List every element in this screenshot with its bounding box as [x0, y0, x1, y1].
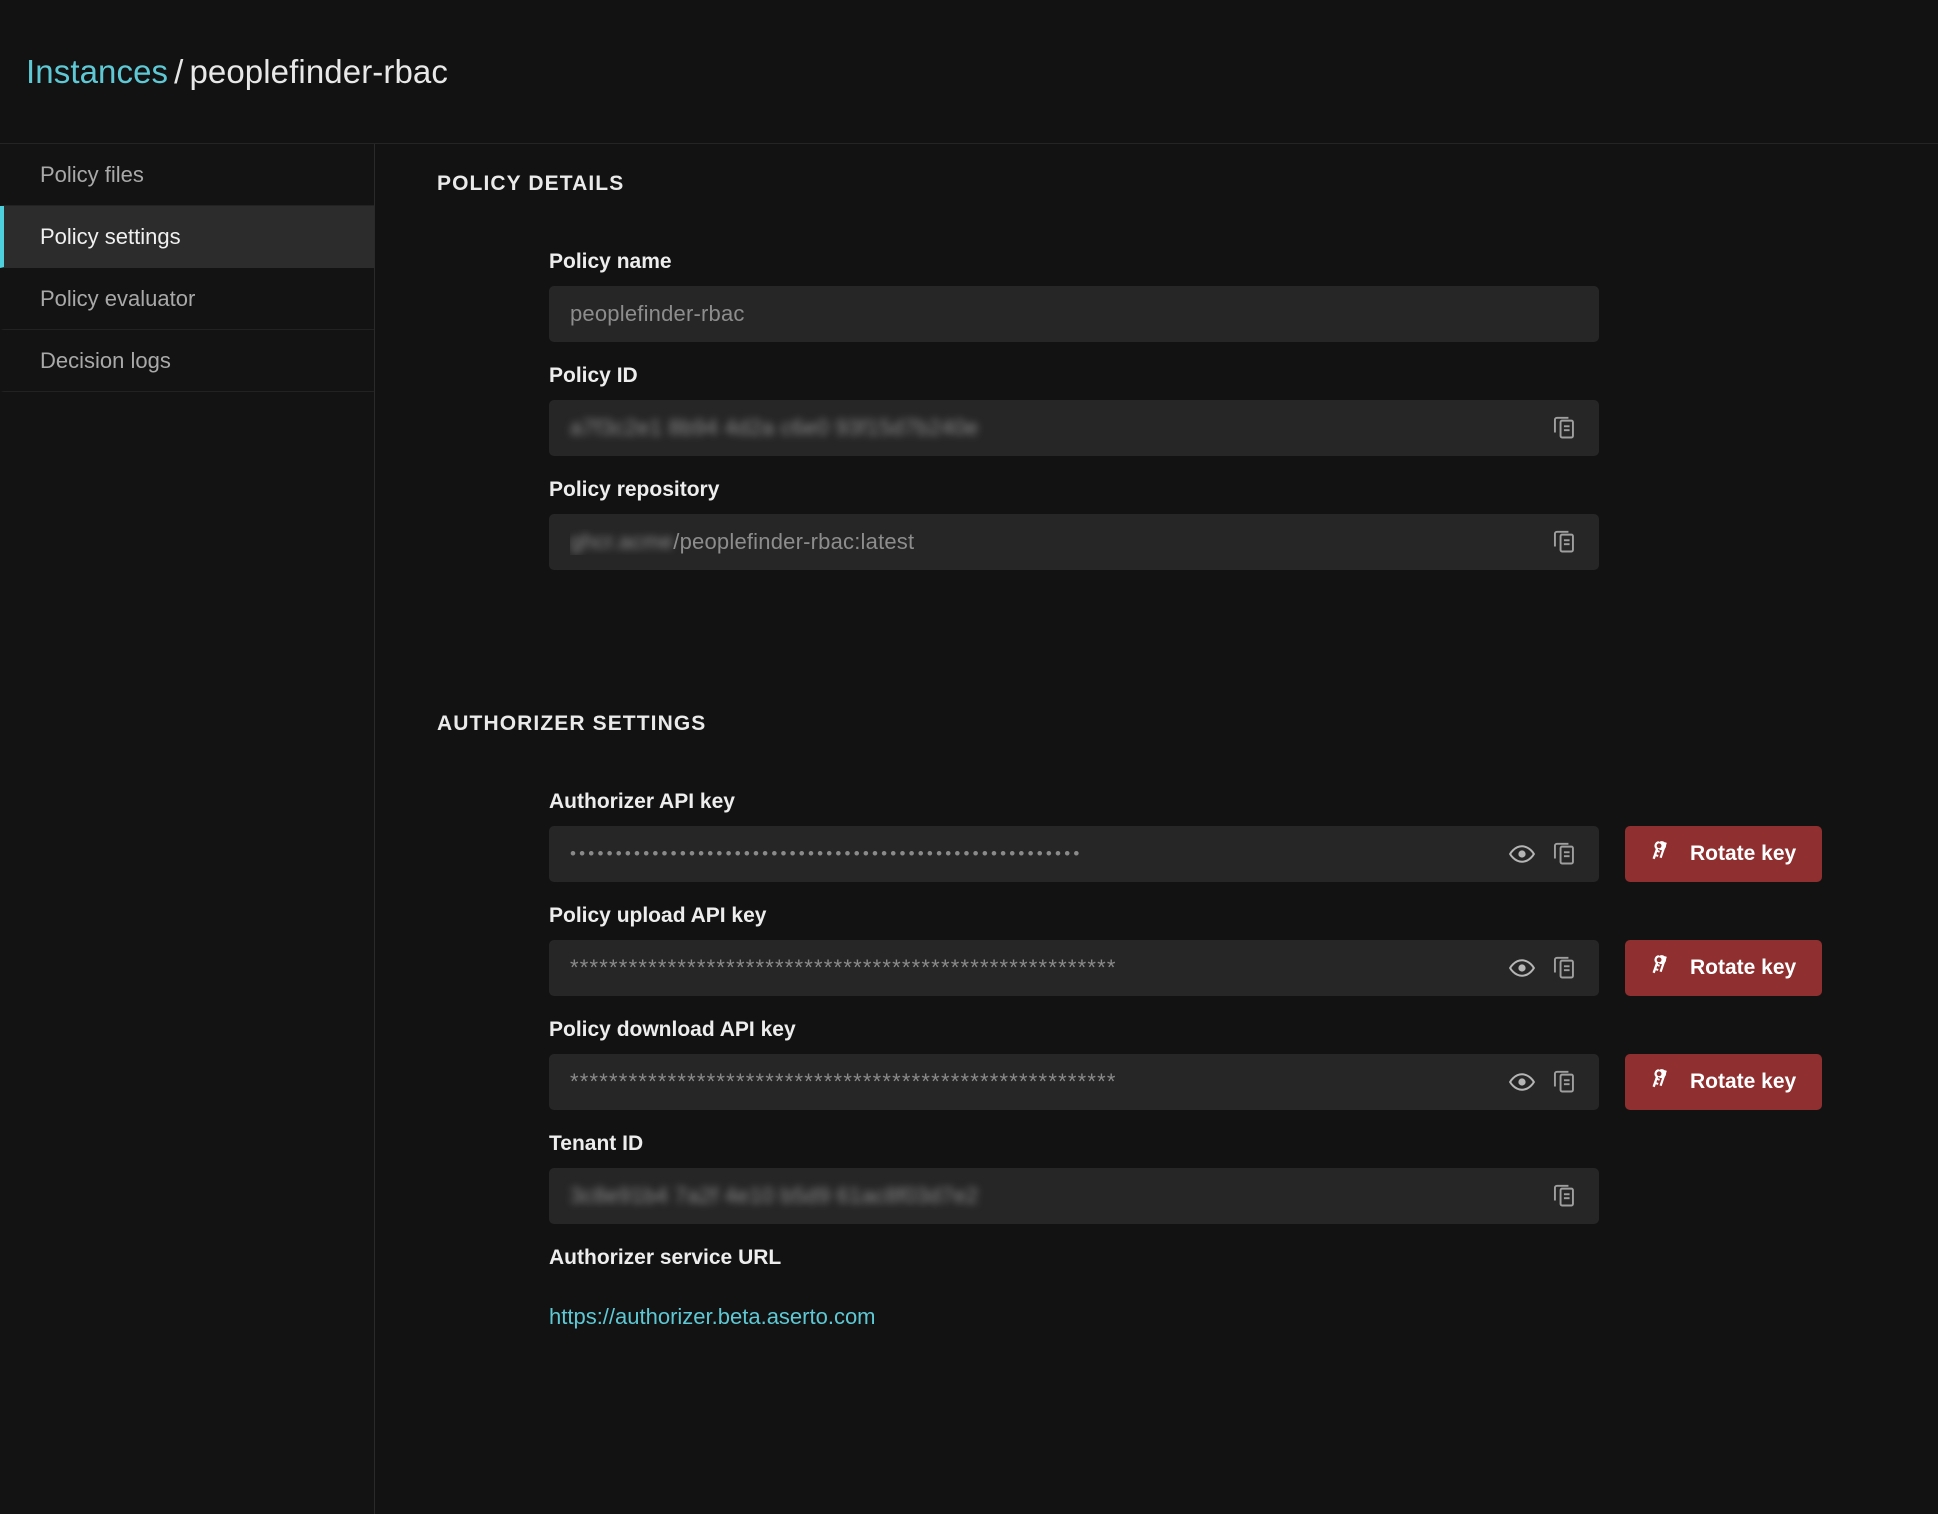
sidebar-item-decision-logs[interactable]: Decision logs — [0, 330, 374, 392]
policy-upload-api-key-input[interactable]: ****************************************… — [549, 940, 1599, 996]
field-row-policy-download-api-key: ****************************************… — [549, 1054, 1837, 1110]
eye-icon[interactable] — [1501, 947, 1543, 989]
sidebar-item-policy-evaluator[interactable]: Policy evaluator — [0, 268, 374, 330]
field-label-policy-repository: Policy repository — [549, 478, 1837, 502]
sidebar-item-label: Policy settings — [40, 224, 181, 250]
rotate-key-button-policy-upload[interactable]: Rotate key — [1625, 940, 1822, 996]
field-row-tenant-id: 3c8e91b4 7a2f 4e10 b5d9 61ac8f03d7e2 — [549, 1168, 1837, 1224]
copy-icon[interactable] — [1543, 1175, 1585, 1217]
field-label-authorizer-service-url: Authorizer service URL — [549, 1246, 1837, 1270]
sidebar-item-policy-files[interactable]: Policy files — [0, 144, 374, 206]
policy-repository-suffix: /peoplefinder-rbac:latest — [673, 529, 914, 554]
rotate-key-label: Rotate key — [1690, 1070, 1796, 1094]
eye-icon[interactable] — [1501, 833, 1543, 875]
section-title-authorizer-settings: AUTHORIZER SETTINGS — [437, 712, 1938, 736]
rotate-key-label: Rotate key — [1690, 956, 1796, 980]
field-label-policy-download-api-key: Policy download API key — [549, 1018, 1837, 1042]
field-row-policy-repository: ghcr.acme/peoplefinder-rbac:latest — [549, 514, 1837, 570]
field-policy-download-api-key: Policy download API key ****************… — [437, 1018, 1837, 1110]
key-icon — [1651, 839, 1676, 870]
breadcrumb-link-instances[interactable]: Instances — [26, 53, 168, 90]
policy-upload-api-key-value: ****************************************… — [570, 957, 1501, 979]
field-row-authorizer-api-key: ••••••••••••••••••••••••••••••••••••••••… — [549, 826, 1837, 882]
field-label-policy-name: Policy name — [549, 250, 1837, 274]
policy-repository-redacted-prefix: ghcr.acme — [570, 529, 673, 554]
field-row-policy-upload-api-key: ****************************************… — [549, 940, 1837, 996]
page-header: Instances/peoplefinder-rbac — [0, 0, 1938, 143]
sidebar-item-label: Decision logs — [40, 348, 171, 374]
rotate-key-button-policy-download[interactable]: Rotate key — [1625, 1054, 1822, 1110]
field-tenant-id: Tenant ID 3c8e91b4 7a2f 4e10 b5d9 61ac8f… — [437, 1132, 1837, 1224]
field-row-policy-id: a7f3c2e1 8b94 4d2a c6e0 93f15d7b240e — [549, 400, 1837, 456]
policy-name-input[interactable]: peoplefinder-rbac — [549, 286, 1599, 342]
authorizer-service-url-link[interactable]: https://authorizer.beta.aserto.com — [549, 1304, 876, 1330]
field-row-policy-name: peoplefinder-rbac — [549, 286, 1837, 342]
field-label-policy-upload-api-key: Policy upload API key — [549, 904, 1837, 928]
main-content: POLICY DETAILS Policy name peoplefinder-… — [375, 144, 1938, 1514]
policy-id-value: a7f3c2e1 8b94 4d2a c6e0 93f15d7b240e — [570, 415, 1543, 441]
eye-icon[interactable] — [1501, 1061, 1543, 1103]
breadcrumb-separator: / — [168, 53, 189, 90]
field-label-policy-id: Policy ID — [549, 364, 1837, 388]
sidebar-item-policy-settings[interactable]: Policy settings — [0, 206, 374, 268]
policy-id-input[interactable]: a7f3c2e1 8b94 4d2a c6e0 93f15d7b240e — [549, 400, 1599, 456]
breadcrumb-current-policy: peoplefinder-rbac — [189, 53, 448, 90]
key-icon — [1651, 1067, 1676, 1098]
field-authorizer-api-key: Authorizer API key •••••••••••••••••••••… — [437, 790, 1837, 882]
field-policy-id: Policy ID a7f3c2e1 8b94 4d2a c6e0 93f15d… — [437, 364, 1837, 456]
copy-icon[interactable] — [1543, 947, 1585, 989]
field-authorizer-service-url: Authorizer service URL https://authorize… — [437, 1246, 1837, 1330]
copy-icon[interactable] — [1543, 1061, 1585, 1103]
page-body: Policy files Policy settings Policy eval… — [0, 143, 1938, 1514]
breadcrumb: Instances/peoplefinder-rbac — [26, 53, 448, 91]
rotate-key-label: Rotate key — [1690, 842, 1796, 866]
sidebar-item-label: Policy evaluator — [40, 286, 195, 312]
policy-repository-input[interactable]: ghcr.acme/peoplefinder-rbac:latest — [549, 514, 1599, 570]
section-title-policy-details: POLICY DETAILS — [437, 172, 1938, 196]
policy-download-api-key-input[interactable]: ****************************************… — [549, 1054, 1599, 1110]
copy-icon[interactable] — [1543, 833, 1585, 875]
field-policy-name: Policy name peoplefinder-rbac — [437, 250, 1837, 342]
sidebar-nav: Policy files Policy settings Policy eval… — [0, 144, 375, 1514]
policy-download-api-key-value: ****************************************… — [570, 1071, 1501, 1093]
copy-icon[interactable] — [1543, 521, 1585, 563]
rotate-key-button-authorizer[interactable]: Rotate key — [1625, 826, 1822, 882]
field-label-tenant-id: Tenant ID — [549, 1132, 1837, 1156]
copy-icon[interactable] — [1543, 407, 1585, 449]
tenant-id-value: 3c8e91b4 7a2f 4e10 b5d9 61ac8f03d7e2 — [570, 1183, 1543, 1209]
sidebar-item-label: Policy files — [40, 162, 144, 188]
field-label-authorizer-api-key: Authorizer API key — [549, 790, 1837, 814]
tenant-id-input[interactable]: 3c8e91b4 7a2f 4e10 b5d9 61ac8f03d7e2 — [549, 1168, 1599, 1224]
field-policy-repository: Policy repository ghcr.acme/peoplefinder… — [437, 478, 1837, 570]
authorizer-api-key-input[interactable]: ••••••••••••••••••••••••••••••••••••••••… — [549, 826, 1599, 882]
policy-repository-value: ghcr.acme/peoplefinder-rbac:latest — [570, 529, 1543, 555]
section-spacer — [437, 592, 1938, 712]
field-policy-upload-api-key: Policy upload API key ******************… — [437, 904, 1837, 996]
authorizer-api-key-value: ••••••••••••••••••••••••••••••••••••••••… — [570, 844, 1501, 864]
key-icon — [1651, 953, 1676, 984]
policy-name-value: peoplefinder-rbac — [570, 301, 1585, 327]
